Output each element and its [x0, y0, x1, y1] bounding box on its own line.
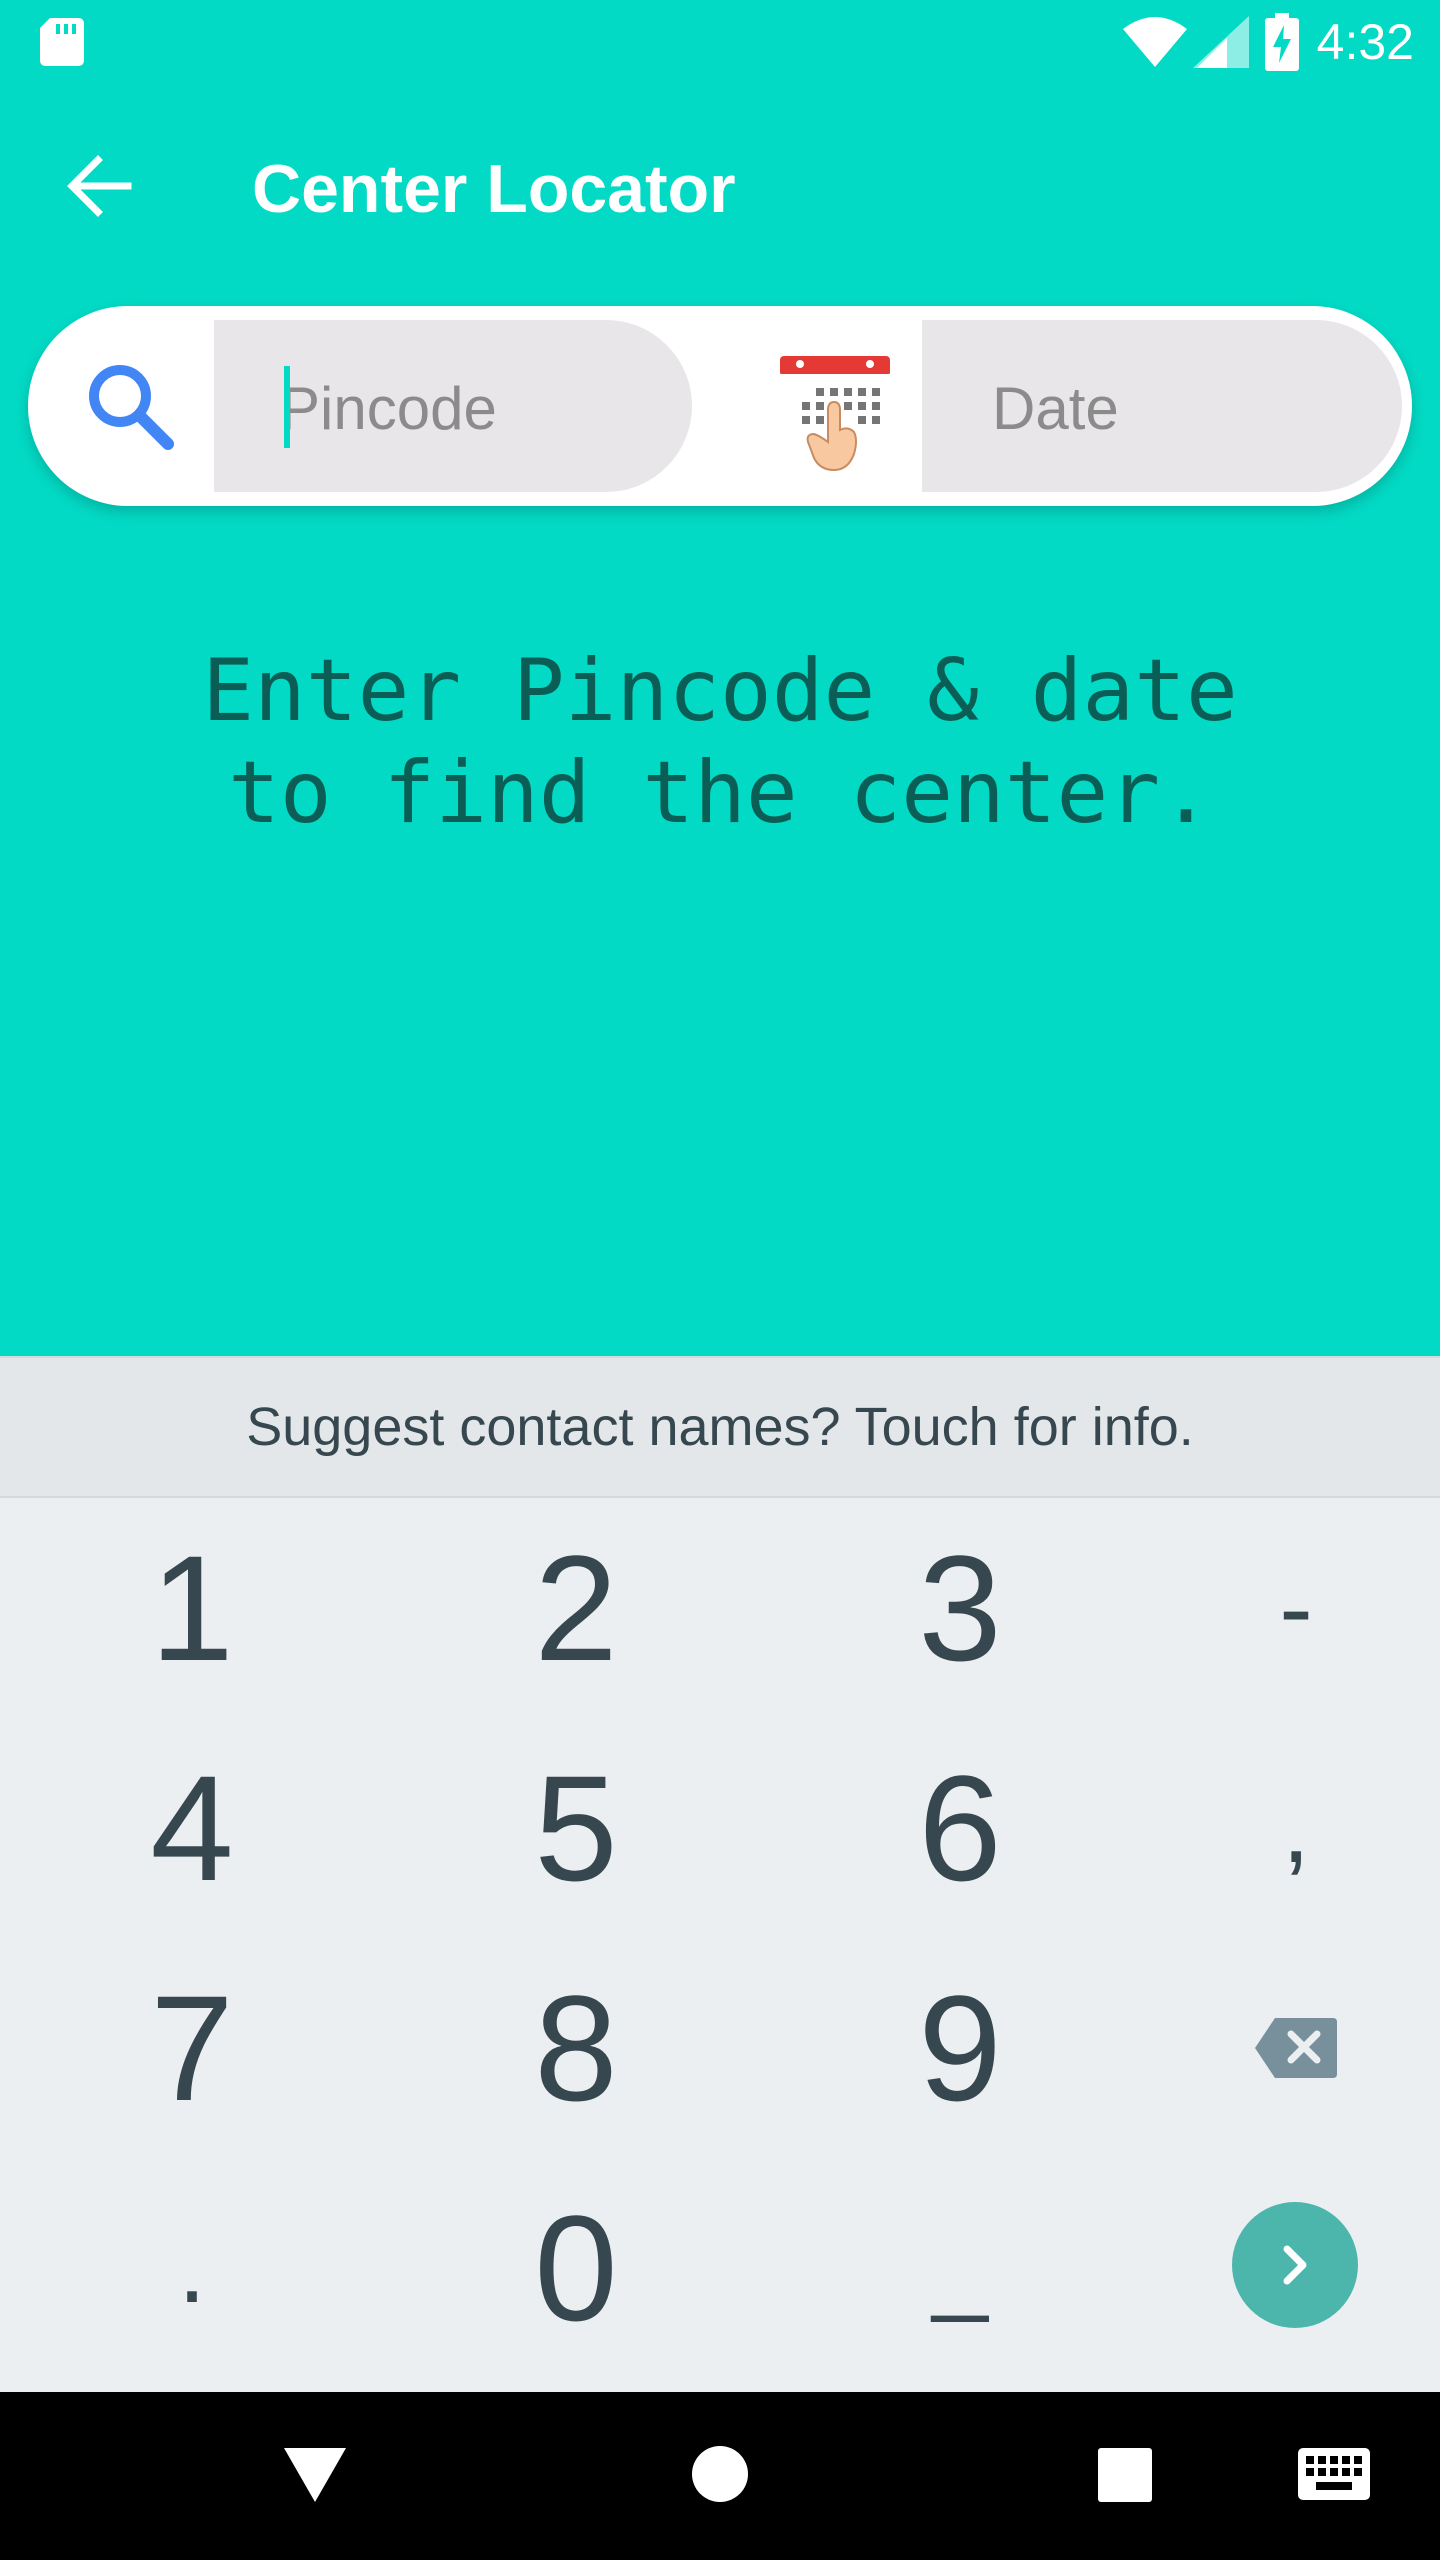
- back-triangle-icon[interactable]: [282, 2446, 348, 2504]
- key-2[interactable]: 2: [396, 1498, 756, 1718]
- pincode-field[interactable]: [214, 320, 692, 492]
- keyboard-icon[interactable]: [1298, 2448, 1370, 2500]
- app-bar: Center Locator: [0, 84, 1440, 284]
- key-comma[interactable]: ,: [1116, 1718, 1440, 1938]
- suggestion-text: Suggest contact names? Touch for info.: [246, 1397, 1194, 1457]
- status-time: 4:32: [1316, 14, 1414, 70]
- text-cursor: [284, 366, 290, 448]
- system-nav-bar: [0, 2392, 1440, 2560]
- key-7[interactable]: 7: [12, 1938, 372, 2158]
- search-icon[interactable]: [78, 354, 182, 458]
- sd-card-icon: [40, 18, 84, 66]
- suggestion-strip[interactable]: Suggest contact names? Touch for info.: [0, 1356, 1440, 1498]
- enter-key[interactable]: [1232, 2202, 1358, 2328]
- key-9[interactable]: 9: [780, 1938, 1140, 2158]
- chevron-right-icon: [1283, 2245, 1307, 2285]
- key-6[interactable]: 6: [780, 1718, 1140, 1938]
- key-dash[interactable]: -: [1116, 1498, 1440, 1718]
- numeric-keyboard: 1 2 3 - 4 5 6 , 7 8 9 . 0 _: [0, 1498, 1440, 2392]
- key-3[interactable]: 3: [780, 1498, 1140, 1718]
- key-period[interactable]: .: [12, 2158, 372, 2378]
- key-0[interactable]: 0: [396, 2158, 756, 2378]
- page-title: Center Locator: [252, 151, 736, 227]
- home-circle-icon[interactable]: [690, 2444, 750, 2504]
- key-1[interactable]: 1: [12, 1498, 372, 1718]
- key-5[interactable]: 5: [396, 1718, 756, 1938]
- search-card: [28, 306, 1412, 506]
- date-input[interactable]: [992, 360, 1372, 456]
- key-8[interactable]: 8: [396, 1938, 756, 2158]
- backspace-key[interactable]: [1116, 1938, 1440, 2158]
- status-bar: 4:32: [0, 0, 1440, 84]
- key-4[interactable]: 4: [12, 1718, 372, 1938]
- date-field[interactable]: [922, 320, 1402, 492]
- pincode-input[interactable]: [280, 360, 660, 456]
- key-underscore[interactable]: _: [780, 2158, 1140, 2378]
- signal-icon: [1192, 16, 1249, 68]
- wifi-icon: [1122, 17, 1187, 67]
- instruction-line-1: Enter Pincode & date: [202, 641, 1238, 741]
- instruction-message: Enter Pincode & date to find the center.: [0, 640, 1440, 844]
- battery-charging-icon: [1264, 13, 1299, 71]
- arrow-left-icon[interactable]: [58, 144, 142, 228]
- backspace-icon: [1255, 2018, 1337, 2078]
- instruction-line-2: to find the center.: [228, 743, 1212, 843]
- calendar-tap-icon[interactable]: [778, 350, 892, 474]
- recents-square-icon[interactable]: [1098, 2448, 1152, 2502]
